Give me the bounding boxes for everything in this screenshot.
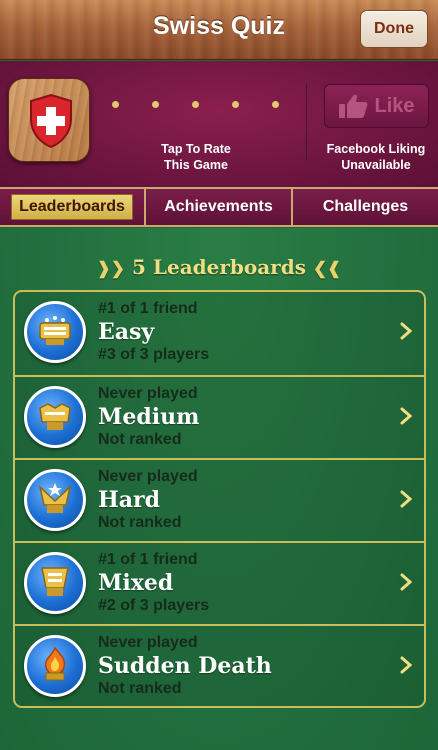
mixed-medal-icon: [24, 552, 86, 614]
leaderboard-row-sudden-death[interactable]: Never played Sudden Death Not ranked: [15, 624, 424, 706]
right-ornament-icon: ❮❰: [312, 259, 342, 279]
left-ornament-icon: ❱❯: [96, 259, 126, 279]
leaderboard-list: #1 of 1 friend Easy #3 of 3 players Neve…: [13, 290, 426, 708]
row-title: Hard: [98, 487, 161, 513]
rating-dots[interactable]: [112, 101, 282, 111]
row-rank-players: Not ranked: [98, 514, 182, 531]
row-rank-friends: #1 of 1 friend: [98, 551, 198, 568]
tab-label: Challenges: [322, 198, 409, 215]
fb-text-line2: Unavailable: [341, 158, 411, 172]
medium-medal-icon: [24, 386, 86, 448]
leaderboard-row-medium[interactable]: Never played Medium Not ranked: [15, 375, 424, 457]
chevron-right-icon: [400, 322, 412, 340]
leaderboard-row-hard[interactable]: Never played Hard Not ranked: [15, 458, 424, 540]
chevron-right-icon: [400, 407, 412, 425]
chevron-right-icon: [400, 573, 412, 591]
leaderboard-row-mixed[interactable]: #1 of 1 friend Mixed #2 of 3 players: [15, 541, 424, 623]
tab-bar: Leaderboards Achievements Challenges: [0, 187, 438, 227]
row-title: Easy: [98, 319, 155, 345]
game-header: Tap To Rate This Game Like Facebook Liki…: [0, 61, 438, 187]
row-rank-players: Not ranked: [98, 680, 182, 697]
easy-medal-icon: [24, 301, 86, 363]
tab-achievements[interactable]: Achievements: [146, 189, 293, 225]
row-title: Mixed: [98, 570, 174, 596]
row-rank-players: Not ranked: [98, 431, 182, 448]
tab-leaderboards[interactable]: Leaderboards: [0, 189, 146, 225]
fb-text-line1: Facebook Liking: [326, 142, 426, 156]
facebook-status-text: Facebook Liking Unavailable: [318, 141, 434, 173]
thumbs-up-icon: [339, 94, 368, 118]
row-rank-friends: Never played: [98, 468, 198, 485]
tab-label: Leaderboards: [11, 194, 133, 220]
rating-dot[interactable]: [232, 101, 239, 108]
rating-dot[interactable]: [272, 101, 279, 108]
section-title: ❱❯ 5 Leaderboards ❮❰: [0, 255, 438, 279]
row-rank-friends: #1 of 1 friend: [98, 300, 198, 317]
done-button[interactable]: Done: [360, 10, 428, 48]
app-icon: [8, 78, 90, 162]
hard-medal-icon: [24, 469, 86, 531]
section-title-text: 5 Leaderboards: [132, 255, 306, 279]
rate-text-line1: Tap To Rate: [161, 142, 231, 156]
facebook-like-button[interactable]: Like: [324, 84, 429, 128]
leaderboard-row-easy[interactable]: #1 of 1 friend Easy #3 of 3 players: [15, 292, 424, 374]
tab-label: Achievements: [164, 198, 273, 215]
nav-bar: Swiss Quiz Done: [0, 0, 438, 60]
swiss-shield-icon: [30, 93, 72, 149]
header-divider: [306, 83, 308, 161]
row-rank-friends: Never played: [98, 385, 198, 402]
chevron-right-icon: [400, 656, 412, 674]
row-rank-players: #2 of 3 players: [98, 597, 210, 614]
rate-text-line2: This Game: [164, 158, 228, 172]
sudden-death-medal-icon: [24, 635, 86, 697]
rating-dot[interactable]: [192, 101, 199, 108]
row-title: Medium: [98, 404, 200, 430]
row-title: Sudden Death: [98, 653, 272, 679]
row-rank-friends: Never played: [98, 634, 198, 651]
rating-dot[interactable]: [112, 101, 119, 108]
row-rank-players: #3 of 3 players: [98, 346, 210, 363]
rating-dot[interactable]: [152, 101, 159, 108]
chevron-right-icon: [400, 490, 412, 508]
tab-challenges[interactable]: Challenges: [293, 189, 438, 225]
rate-game-text[interactable]: Tap To Rate This Game: [150, 141, 242, 173]
like-label: Like: [374, 94, 415, 117]
